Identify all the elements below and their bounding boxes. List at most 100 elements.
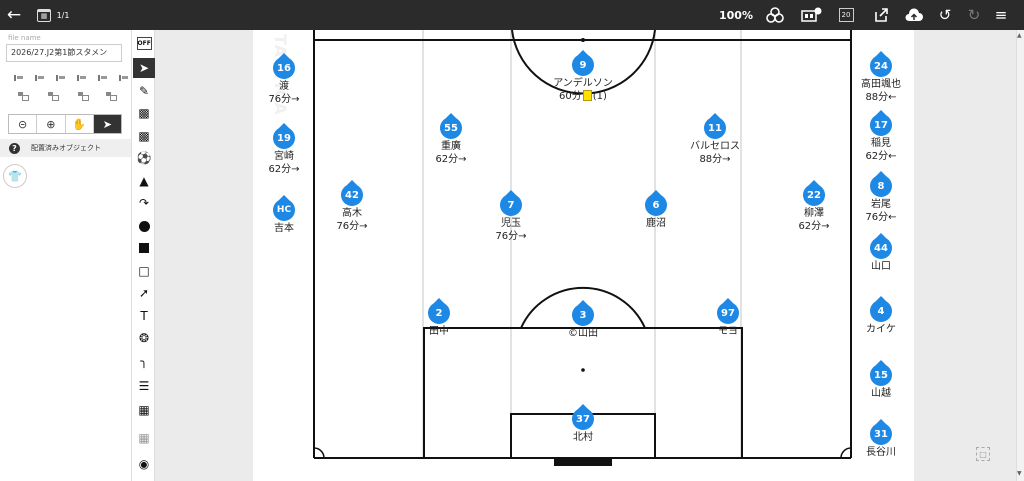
- align-buttons-row: [8, 72, 134, 84]
- zoom-level[interactable]: 100%: [719, 0, 753, 30]
- file-name-input[interactable]: 2026/27.J2第1節スタメン: [6, 44, 122, 62]
- line-icon[interactable]: ➚: [133, 283, 155, 303]
- substitution-note: 62分→: [435, 154, 467, 165]
- player-marker[interactable]: 2 田中: [394, 298, 484, 338]
- formation-icon[interactable]: ❂: [133, 328, 155, 348]
- player-marker[interactable]: 8 岩尾 76分←: [836, 171, 926, 224]
- undo-icon[interactable]: ↺: [934, 0, 956, 30]
- player-number: 44: [870, 237, 892, 259]
- stamp-icon[interactable]: ▲: [133, 171, 155, 191]
- scroll-up-icon[interactable]: ▲: [1017, 32, 1022, 39]
- player-name: 宮崎: [274, 151, 294, 162]
- cloud-upload-icon[interactable]: [903, 0, 925, 30]
- polygon-icon[interactable]: □: [133, 261, 155, 281]
- layers-icon[interactable]: [764, 0, 786, 30]
- sub-time: 60分: [559, 91, 582, 102]
- player-marker[interactable]: 55 重廣 62分→: [406, 113, 496, 166]
- menu-icon[interactable]: ≡: [990, 0, 1012, 30]
- scroll-down-icon[interactable]: ▼: [1017, 470, 1022, 477]
- card-count: (1): [592, 91, 607, 102]
- player-name: 重廣: [441, 141, 461, 152]
- player-marker[interactable]: 4 カイケ: [836, 296, 926, 336]
- player-marker[interactable]: 42 高木 76分→: [307, 180, 397, 233]
- player-marker[interactable]: 3 ©山田: [538, 300, 628, 340]
- shirt-away-icon[interactable]: ▩: [133, 126, 155, 146]
- player-name: 長谷川: [866, 447, 896, 458]
- fit-screen-icon[interactable]: □: [976, 447, 990, 461]
- player-marker[interactable]: 44 山口: [836, 233, 926, 273]
- bring-front-icon[interactable]: [8, 90, 38, 102]
- player-number: 4: [870, 300, 892, 322]
- player-marker[interactable]: 7 児玉 76分→: [466, 190, 556, 243]
- help-icon[interactable]: ?: [9, 142, 20, 154]
- arrange-buttons-row: [8, 90, 124, 102]
- curved-arrow-icon[interactable]: ↷: [133, 193, 155, 213]
- drawing-toolbar: OFF ➤ ✎ ▩ ▩ ⚽ ▲ ↷ □ ➚ T ❂ ╮ ☰ ▦ ▦ ◉: [131, 30, 155, 481]
- pen-icon[interactable]: ✎: [133, 81, 155, 101]
- placed-objects-label: 配置済みオブジェクト: [31, 144, 101, 152]
- vertical-scrollbar[interactable]: [1016, 30, 1024, 481]
- player-name: モヨ: [718, 326, 738, 337]
- bring-forward-icon[interactable]: [38, 90, 68, 102]
- substitution-note: 88分→: [699, 154, 731, 165]
- player-marker[interactable]: 17 稲見 62分←: [836, 110, 926, 163]
- circle-shape-icon[interactable]: [133, 216, 155, 236]
- player-name: 山口: [871, 261, 891, 272]
- page-count: 1/1: [56, 10, 70, 20]
- share-icon[interactable]: [870, 0, 892, 30]
- board-settings-icon[interactable]: [800, 0, 824, 30]
- align-middle-icon[interactable]: [92, 72, 113, 84]
- player-name: 山越: [871, 388, 891, 399]
- square-shape-icon[interactable]: [133, 238, 155, 258]
- player-marker[interactable]: 97 モヨ: [683, 298, 773, 338]
- placed-objects-header[interactable]: ? 配置済みオブジェクト: [0, 139, 131, 157]
- align-left-icon[interactable]: [8, 72, 29, 84]
- hand-pan-icon[interactable]: ✋: [66, 115, 94, 133]
- align-top-icon[interactable]: [71, 72, 92, 84]
- player-number: 11: [704, 117, 726, 139]
- ball-icon[interactable]: ⚽: [133, 148, 155, 168]
- pointer-icon[interactable]: ➤: [93, 115, 121, 133]
- select-cursor-icon[interactable]: ➤: [133, 58, 155, 78]
- substitution-note: 76分→: [495, 231, 527, 242]
- player-marker[interactable]: 31 長谷川: [836, 419, 926, 459]
- player-number: 17: [870, 114, 892, 136]
- pitch-pattern-icon[interactable]: ▦: [133, 400, 155, 420]
- screenshot-icon[interactable]: ◉: [133, 454, 155, 474]
- calendar-icon[interactable]: ▦: [36, 0, 52, 30]
- align-right-icon[interactable]: [50, 72, 71, 84]
- crowd-icon[interactable]: ☰: [133, 376, 155, 396]
- player-marker[interactable]: 19 宮崎 62分→: [239, 123, 329, 176]
- properties-panel: file name 2026/27.J2第1節スタメン ⊝ ⊕ ✋ ➤ ? 配置…: [0, 30, 131, 481]
- player-number: 19: [273, 127, 295, 149]
- redo-icon[interactable]: ↻: [963, 0, 985, 30]
- send-back-icon[interactable]: [98, 90, 124, 102]
- off-toggle-icon[interactable]: OFF: [133, 33, 155, 53]
- text-icon[interactable]: T: [133, 306, 155, 326]
- shirt-object-icon[interactable]: 👕: [3, 164, 27, 188]
- player-marker[interactable]: 9 アンデルソン 60分 (1): [538, 50, 628, 103]
- pitch-grid-icon[interactable]: ▦: [133, 428, 155, 448]
- goalkeeper-marker[interactable]: 37 北村: [538, 404, 628, 444]
- send-backward-icon[interactable]: [68, 90, 98, 102]
- player-marker[interactable]: 11 バルセロス 88分→: [670, 113, 760, 166]
- player-number: 37: [572, 408, 594, 430]
- ruler-icon[interactable]: ╮: [133, 351, 155, 371]
- zoom-in-icon[interactable]: ⊕: [37, 115, 66, 133]
- player-name: 北村: [573, 432, 593, 443]
- player-name: 鹿沼: [646, 218, 666, 229]
- tactics-board-page[interactable]: TACTICA 16 渡 76分→ 19 宮崎: [253, 30, 914, 481]
- substitution-note: 60分 (1): [538, 90, 628, 103]
- player-marker[interactable]: 6 鹿沼: [611, 190, 701, 230]
- page-number-icon[interactable]: 20: [838, 0, 854, 30]
- player-name: ©山田: [568, 328, 598, 339]
- player-marker[interactable]: 24 高田颯也 88分←: [836, 51, 926, 104]
- align-center-h-icon[interactable]: [29, 72, 50, 84]
- zoom-out-icon[interactable]: ⊝: [9, 115, 38, 133]
- player-marker[interactable]: 15 山越: [836, 360, 926, 400]
- back-arrow-icon[interactable]: ←: [4, 0, 24, 30]
- player-name: 高木: [342, 208, 362, 219]
- shirt-home-icon[interactable]: ▩: [133, 103, 155, 123]
- player-marker[interactable]: 16 渡 76分→: [239, 53, 329, 106]
- player-number: 2: [428, 302, 450, 324]
